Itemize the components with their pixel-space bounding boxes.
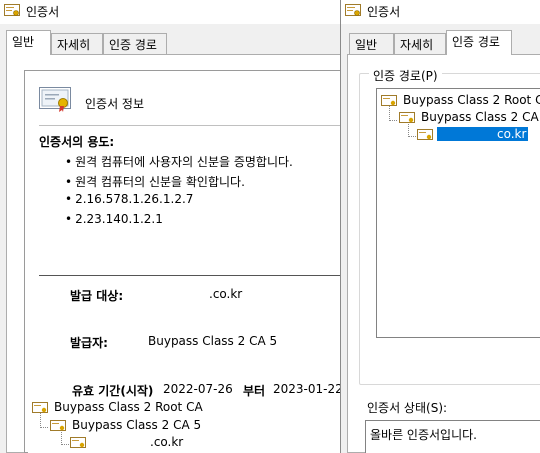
purpose-list: 원격 컴퓨터에 사용자의 신분을 증명합니다. 원격 컴퓨터의 신분을 확인합니… [65,153,293,231]
certificate-dialog-general: 인증서 일반 자세히 인증 경로 인증서 정보 인증서의 용도: 원격 컴퓨터에… [0,0,340,453]
cert-path-tree[interactable]: Buypass Class 2 Root CA Buypass Class 2 … [376,88,540,338]
tab-general[interactable]: 일반 [349,33,394,54]
redacted-text [439,127,497,140]
tree-item-label: Buypass Class 2 Root CA [54,400,203,414]
certificate-dialog-path: 인증서 일반 자세히 인증 경로 인증 경로(P) Buypass Class … [341,0,540,453]
tree-item-label: .co.kr [150,435,184,449]
issued-to-value: .co.kr [209,287,243,301]
tab-strip: 일반 자세히 인증 경로 [0,30,340,55]
window-title: 인증서 [367,5,401,19]
cert-path-label: 인증 경로(P) [369,67,442,84]
title-bar: 인증서 [0,0,340,24]
certificate-icon [417,129,433,140]
tab-cert-path[interactable]: 인증 경로 [446,30,512,55]
certificate-icon [4,4,20,16]
purpose-item: 2.16.578.1.26.1.2.7 [65,192,293,212]
title-bar: 인증서 [341,0,540,24]
certificate-icon [381,95,397,106]
certificate-icon [399,112,415,123]
tab-details[interactable]: 자세히 [394,33,446,54]
divider [39,275,340,276]
purpose-item: 원격 컴퓨터에 사용자의 신분을 증명합니다. [65,153,293,173]
overlay-cert-tree: Buypass Class 2 Root CA Buypass Class 2 … [28,397,340,453]
certificate-info-panel: 인증서 정보 인증서의 용도: 원격 컴퓨터에 사용자의 신분을 증명합니다. … [24,70,340,453]
tab-general[interactable]: 일반 [6,30,51,55]
tree-item-label: Buypass Class 2 CA 5 [421,110,540,124]
cert-status-label: 인증서 상태(S): [367,401,448,415]
validity-from: 2022-07-26 [163,382,233,396]
info-title: 인증서 정보 [85,97,145,111]
issued-to-label: 발급 대상: [70,289,124,303]
tab-cert-path[interactable]: 인증 경로 [103,33,167,54]
purpose-item: 2.23.140.1.2.1 [65,212,293,232]
window-title: 인증서 [26,5,60,19]
tree-item-label: Buypass Class 2 Root CA [403,93,540,107]
tree-item-label: Buypass Class 2 CA 5 [72,418,202,432]
cert-status-field[interactable]: 올바른 인증서입니다. [365,420,540,453]
certificate-icon [345,4,361,16]
purpose-item: 원격 컴퓨터의 신분을 확인합니다. [65,173,293,193]
redacted-text [92,435,150,448]
certificate-icon [70,437,86,448]
issued-by-label: 발급자: [70,336,108,350]
validity-to: 2023-01-22 [273,382,340,396]
tab-strip: 일반 자세히 인증 경로 [341,30,540,55]
purpose-heading: 인증서의 용도: [39,135,115,149]
tab-details[interactable]: 자세히 [51,33,103,54]
selected-item: co.kr [437,127,529,141]
tree-item-label: co.kr [497,127,527,141]
issued-by-value: Buypass Class 2 CA 5 [148,334,278,348]
certificate-icon [50,420,66,431]
divider [39,125,340,126]
certificate-icon [39,87,71,112]
certificate-icon [32,402,48,413]
